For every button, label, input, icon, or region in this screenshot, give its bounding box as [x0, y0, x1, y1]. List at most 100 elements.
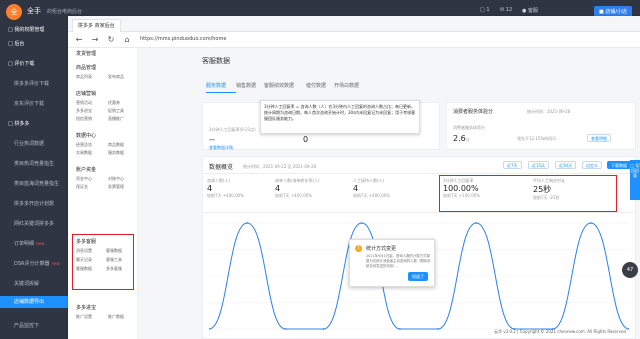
tab-opener[interactable]: 开场白数据 — [334, 82, 359, 89]
menu-head-service[interactable]: 多多客服 — [76, 238, 96, 245]
sidebar-item-backend[interactable]: □ 后台 — [0, 40, 68, 47]
menu-item[interactable]: 对账中心 — [108, 176, 124, 182]
menu-item[interactable]: 发票管理 — [108, 184, 124, 190]
sidebar-item-pdd[interactable]: □ 拼多多 — [0, 120, 68, 127]
experience-unit: 分 — [465, 137, 470, 142]
menu-item[interactable]: 客服工具 — [106, 257, 122, 263]
sidebar-item-review-download[interactable]: □ 评价下载 — [0, 60, 68, 67]
app-root: 全 全手 的柜台电商后台 □ 1 ✉ 12 ● 客服 ■ 店铺/小店 □ 我的权限… — [0, 0, 640, 339]
data-point — [322, 328, 325, 330]
home-icon[interactable]: ⌂ — [122, 35, 132, 45]
menu-item[interactable]: 资金中心 — [76, 176, 92, 182]
experience-score: 2.6 — [453, 134, 466, 143]
menu-head-goods[interactable]: 商品管理 — [76, 64, 96, 71]
metric-delta: 较前7天 +100.00% — [443, 193, 480, 198]
overview-buttons: 近7天 近15天 近30天 自定义 下载数据 — [503, 161, 633, 170]
sidebar-item-dsr-label: DSR评分计算器 — [14, 261, 50, 267]
browser-tab[interactable]: 拼多多 商家后台 — [72, 19, 121, 32]
reply-rate-tooltip: 3分钟人工回复率 = 咨询人数（人）在3分钟内人工回复的咨询人数占比；每日更新，… — [260, 100, 420, 134]
top-tag-1[interactable]: □ 1 — [480, 7, 490, 13]
tab-sales-data[interactable]: 销售数据 — [236, 82, 256, 89]
menu-item[interactable]: 保证金 — [76, 184, 88, 190]
sidebar-item-open-plan[interactable]: 拼多多开店计划数 — [0, 200, 68, 207]
metric-consult[interactable]: 咨询人数(人) 4 较前7天 +400.00% — [207, 178, 244, 199]
menu-item[interactable]: 推广设置 — [76, 314, 92, 320]
dialog-ok-button[interactable]: 知道了 — [408, 272, 428, 281]
back-icon[interactable]: ← — [74, 35, 84, 45]
dialog-body: 2021年9月1日起，咨询人数的计算方式调整为仅统计消费者主动咨询的人数（剔除系… — [366, 254, 431, 268]
sidebar-item-influencer[interactable]: 网红关键词拼多多 — [0, 220, 68, 227]
menu-item[interactable]: 聊天记录 — [76, 257, 92, 263]
menu-item[interactable]: 短信营销 — [76, 116, 92, 122]
sidebar-item-industry-words[interactable]: 行业热词数据 — [0, 140, 68, 147]
range-30d-button[interactable]: 近30天 — [555, 161, 577, 169]
range-15d-button[interactable]: 近15天 — [528, 161, 550, 169]
menu-item[interactable]: 营销活动 — [76, 100, 92, 106]
menu-item[interactable]: 多多进宝 — [76, 108, 92, 114]
sidebar-item-shop-export[interactable]: 店铺数据导出 — [0, 296, 68, 308]
download-data-button[interactable]: 下载数据 — [607, 161, 631, 169]
metric-delta: 较前7天 +400.00% — [353, 193, 390, 198]
address-bar[interactable]: https://mms.pinduoduo.com/home — [140, 36, 226, 42]
menu-item[interactable]: 商品列表 — [76, 74, 92, 80]
progress-badge[interactable]: 47 — [622, 262, 638, 278]
menu-item[interactable]: 发布商品 — [108, 74, 124, 80]
metric-avg-response[interactable]: 平均人工响应时长 25秒 较前7天 -25秒 — [533, 178, 565, 201]
menu-head-promo[interactable]: 多多进宝 — [76, 304, 96, 311]
sidebar-item-keywords[interactable]: 关键词拆解 — [0, 280, 68, 287]
tab-payment-reminder[interactable]: 催付数据 — [306, 82, 326, 89]
menu-item[interactable]: 客服数据 — [106, 248, 122, 254]
reload-icon[interactable]: ↻ — [106, 35, 116, 45]
app-name: 全手 — [27, 7, 41, 15]
new-badge: new — [51, 261, 60, 266]
main-content: 客服数据 服务数据 销售数据 客服绩效数据 催付数据 开场白数据 3分钟人工回复… — [138, 48, 640, 339]
sidebar-item-permissions[interactable]: □ 我的权限管理 — [0, 26, 68, 33]
footer: 云华 v3.0.2 | Copyright © 2021 chennew.com… — [494, 329, 626, 334]
range-custom-button[interactable]: 自定义 — [582, 161, 602, 169]
metric-manual[interactable]: 人工接待人数(人) 4 较前7天 +400.00% — [353, 178, 390, 199]
menu-head-shipping[interactable]: 发货管理 — [76, 50, 96, 57]
metric-inquiry[interactable]: 询单人数/询单转化率(人) 4 较前7天 +400.00% — [275, 178, 319, 199]
view-detail-link[interactable]: 查看数据详情 — [209, 145, 233, 151]
menu-item[interactable]: 促销工具 — [108, 108, 124, 114]
top-tag-3[interactable]: ● 客服 — [522, 7, 538, 14]
experience-sub: 消费者服务体验分 — [453, 125, 485, 130]
range-7d-button[interactable]: 近7天 — [503, 161, 522, 169]
experience-date: 统计时间：2021-09-28 — [527, 109, 571, 114]
metric-value: 4 — [207, 184, 213, 193]
metric-reply-rate[interactable]: 3分钟人工回复率 100.00% 较前7天 +100.00% — [443, 178, 480, 199]
data-point — [399, 328, 401, 330]
menu-item[interactable]: 优惠券 — [108, 100, 120, 106]
menu-item[interactable]: 交易数据 — [76, 150, 92, 156]
menu-head-funds[interactable]: 账户资金 — [76, 166, 96, 173]
data-point — [437, 328, 439, 330]
sidebar-item-pdd-reviews[interactable]: 拼多多评价下载 — [0, 80, 68, 87]
data-point — [360, 222, 363, 224]
switch-old-version[interactable]: □ 切回旧版 — [630, 160, 640, 200]
menu-item[interactable]: 消息设置 — [76, 248, 92, 254]
data-point — [628, 328, 629, 330]
sidebar-item-dsr[interactable]: DSR评分计算器 new — [0, 260, 68, 267]
reply-rate-label: 3分钟人工回复率(0-23点) — [209, 127, 256, 132]
sidebar-item-jd-reviews[interactable]: 京东评价下载 — [0, 100, 68, 107]
menu-item[interactable]: 多多客服 — [106, 266, 122, 272]
menu-item[interactable]: 经营总览 — [76, 142, 92, 148]
menu-head-data[interactable]: 数据中心 — [76, 132, 96, 139]
sidebar-item-category-words[interactable]: 类目热词竞量指生 — [0, 160, 68, 167]
menu-item[interactable]: 商品数据 — [108, 142, 124, 148]
menu-item[interactable]: 直播推广 — [108, 116, 124, 122]
sidebar-item-orders[interactable]: 订单明细 new — [0, 240, 68, 247]
tab-performance[interactable]: 客服绩效数据 — [264, 82, 294, 89]
overview-date: 统计时间：2021-09-22 至 2021-09-28 — [243, 164, 317, 169]
app-subtitle: 的柜台电商后台 — [47, 9, 83, 15]
view-details-button[interactable]: 查看明细 — [587, 134, 611, 142]
menu-head-marketing[interactable]: 店铺营销 — [76, 90, 96, 97]
top-tag-2[interactable]: ✉ 12 — [500, 7, 512, 13]
menu-item[interactable]: 推广数据 — [108, 314, 124, 320]
sidebar-item-blue-ocean[interactable]: 类目蓝海词竞量指生 — [0, 180, 68, 187]
forward-icon[interactable]: → — [90, 35, 100, 45]
sidebar-item-monitor[interactable]: 产品监控下 — [0, 322, 68, 329]
menu-item[interactable]: 服务数据 — [108, 150, 124, 156]
tab-service-data[interactable]: 服务数据 — [206, 82, 226, 89]
menu-item[interactable]: 客服数据 — [76, 266, 92, 272]
